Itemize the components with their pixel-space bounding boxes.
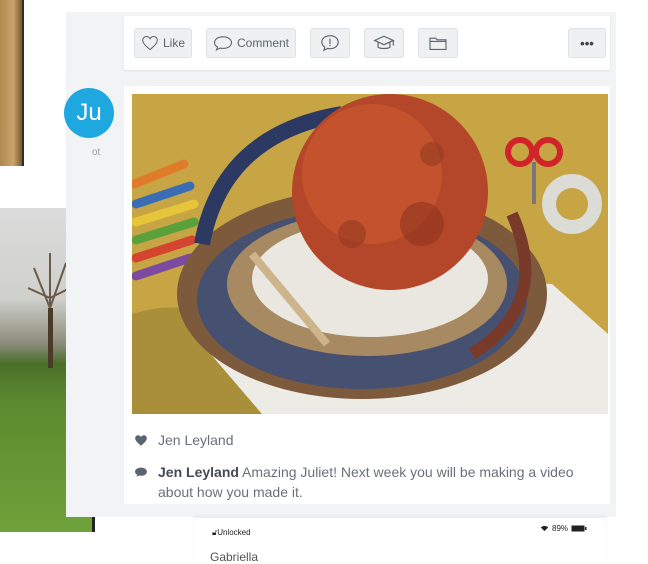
folder-icon bbox=[429, 37, 447, 50]
status-bar-right: 89% bbox=[540, 524, 587, 533]
avatar-initials: Ju bbox=[76, 99, 102, 126]
post-photo bbox=[132, 94, 608, 414]
like-button[interactable]: Like bbox=[134, 28, 192, 58]
heart-filled-icon bbox=[135, 435, 147, 446]
contact-name: Gabriella bbox=[210, 550, 259, 564]
avatar[interactable]: Ju bbox=[64, 88, 114, 138]
folder-button[interactable] bbox=[418, 28, 458, 58]
speech-badge-icon bbox=[321, 35, 339, 52]
battery-percent: 89% bbox=[552, 524, 569, 533]
graduation-cap-icon bbox=[373, 35, 395, 50]
like-label: Like bbox=[162, 36, 185, 50]
like-name[interactable]: Jen Leyland bbox=[158, 432, 234, 448]
post-toolbar: Like Comment ••• bbox=[124, 16, 610, 70]
more-icon: ••• bbox=[580, 35, 594, 51]
comment-text-line-2: about how you made it. bbox=[158, 484, 303, 500]
lock-status-label: Unlocked bbox=[217, 528, 251, 537]
speech-badge-button[interactable] bbox=[310, 28, 350, 58]
comment-filled-icon bbox=[135, 467, 147, 477]
more-button[interactable]: ••• bbox=[568, 28, 606, 58]
background-photo-top bbox=[0, 0, 24, 166]
lock-status: 🔓︎Unlocked bbox=[212, 528, 251, 538]
comment-icon bbox=[213, 36, 232, 51]
comment-author[interactable]: Jen Leyland bbox=[158, 464, 239, 480]
comment-text: Amazing Juliet! Next week you will be ma… bbox=[242, 464, 574, 480]
post-image[interactable] bbox=[132, 94, 608, 414]
wifi-icon bbox=[540, 525, 549, 532]
avatar-caption: ot bbox=[92, 147, 101, 158]
comment-button[interactable]: Comment bbox=[206, 28, 296, 58]
like-row: Jen Leyland bbox=[134, 432, 234, 448]
heart-icon bbox=[142, 35, 158, 51]
learning-button[interactable] bbox=[364, 28, 404, 58]
battery-icon bbox=[571, 525, 587, 532]
comment-label: Comment bbox=[236, 36, 289, 50]
comment-row: Jen Leyland Amazing Juliet! Next week yo… bbox=[134, 463, 574, 482]
